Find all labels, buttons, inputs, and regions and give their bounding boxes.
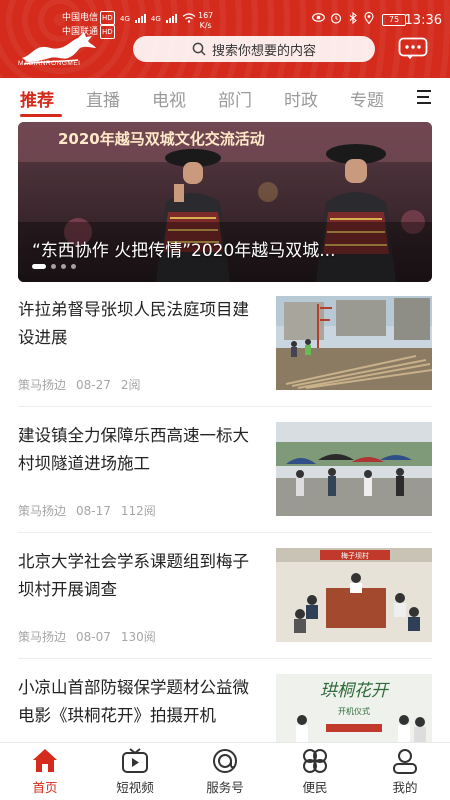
category-tabs: 推荐 直播 电视 部门 时政 专题: [0, 78, 450, 118]
status-time: 13:36: [404, 13, 442, 28]
hd-badge: HD: [100, 11, 115, 25]
service-icon: [213, 749, 237, 773]
battery-icon: 75: [382, 14, 406, 26]
nav-label: 便民: [302, 780, 328, 795]
tab-politics[interactable]: 时政: [284, 86, 330, 111]
news-source: 策马扬边: [18, 504, 67, 518]
news-thumbnail: [276, 296, 432, 390]
news-title: 小凉山首部防辍保学题材公益微电影《珙桐花开》拍摄开机: [18, 678, 249, 725]
carousel-dot-active: [32, 264, 46, 269]
thumb-ceremony-text: 开机仪式: [338, 706, 370, 716]
thumb-calligraphy-text: 珙桐花开: [320, 681, 390, 701]
news-source: 策马扬边: [18, 630, 67, 644]
news-reads: 112阅: [120, 504, 156, 518]
logo-text: MABIANRONGMEI: [18, 60, 81, 67]
tab-topics[interactable]: 专题: [350, 86, 396, 111]
nav-convenience[interactable]: 便民: [270, 743, 360, 800]
carousel-dot: [61, 264, 66, 269]
home-icon: [33, 749, 57, 772]
video-icon: [122, 748, 148, 773]
search-bar[interactable]: 搜索你想要的内容: [133, 36, 375, 62]
carousel-indicator: [32, 264, 76, 269]
network-type-2: 4G: [150, 15, 161, 23]
signal-icon: 4G 4G: [120, 13, 196, 23]
nav-label: 我的: [392, 780, 418, 795]
thumb-poster-text: 梅子坝村: [341, 551, 369, 560]
message-icon[interactable]: [398, 37, 428, 59]
news-title: 许拉弟督导张坝人民法庭项目建设进展: [18, 300, 249, 347]
tab-live[interactable]: 直播: [86, 86, 132, 111]
news-meta: 策马扬边 08-17 112阅: [18, 502, 156, 519]
location-icon: [364, 12, 374, 24]
battery-level: 75: [388, 15, 400, 24]
hd-badge: HD: [100, 25, 115, 39]
news-thumbnail: 梅子坝村: [276, 548, 432, 642]
search-icon: [192, 42, 206, 56]
network-type-1: 4G: [120, 15, 130, 23]
divider: [18, 406, 432, 407]
news-date: 08-27: [76, 378, 111, 392]
news-reads: 130阅: [120, 630, 156, 644]
news-reads: 2阅: [120, 378, 141, 392]
news-item[interactable]: 许拉弟督导张坝人民法庭项目建设进展 策马扬边 08-27 2阅: [18, 296, 432, 392]
news-meta: 策马扬边 08-27 2阅: [18, 376, 141, 393]
eye-icon: [312, 13, 325, 22]
news-item[interactable]: 建设镇全力保障乐西高速一标大村坝隧道进场施工 策马扬边 08-17 112阅: [18, 422, 432, 518]
nav-label: 服务号: [206, 780, 244, 795]
nav-home[interactable]: 首页: [0, 743, 90, 800]
carousel-dot: [51, 264, 56, 269]
carrier-name-1: 中国电信: [62, 13, 99, 23]
app-header: 中国电信 HD 中国联通 HD 4G 4G 167 K/s 75 13:36 M…: [0, 0, 450, 78]
nav-label: 短视频: [116, 780, 154, 795]
news-meta: 策马扬边 08-07 130阅: [18, 628, 156, 645]
alarm-icon: [330, 13, 342, 24]
news-source: 策马扬边: [18, 378, 67, 392]
news-date: 08-17: [76, 504, 111, 518]
news-item[interactable]: 小凉山首部防辍保学题材公益微电影《珙桐花开》拍摄开机 珙桐花开 开机仪式: [18, 674, 432, 742]
convenience-icon: [303, 749, 327, 773]
tab-tv[interactable]: 电视: [152, 86, 198, 111]
news-date: 08-07: [76, 630, 111, 644]
news-title: 北京大学社会学系课题组到梅子坝村开展调查: [18, 552, 249, 599]
news-title: 建设镇全力保障乐西高速一标大村坝隧道进场施工: [18, 426, 249, 473]
divider: [18, 532, 432, 533]
news-thumbnail: [276, 422, 432, 516]
bluetooth-icon: [349, 12, 357, 24]
network-speed: 167 K/s: [198, 11, 213, 31]
backdrop-text: 2020年越马双城文化交流活动: [58, 130, 265, 148]
tab-departments[interactable]: 部门: [218, 86, 264, 111]
search-placeholder: 搜索你想要的内容: [211, 43, 316, 59]
nav-service[interactable]: 服务号: [180, 743, 270, 800]
nav-label: 首页: [32, 780, 58, 795]
banner-caption: “东西协作 火把传情”2020年越马双城...: [32, 241, 336, 261]
system-icons: [312, 12, 374, 24]
banner-carousel[interactable]: 2020年越马双城文化交流活动 “东西协作 火把传情”2020年越马双城...: [18, 122, 432, 282]
bottom-navigation: 首页 短视频 服务号 便民 我的: [0, 742, 450, 800]
nav-profile[interactable]: 我的: [360, 743, 450, 800]
profile-icon: [393, 749, 417, 774]
nav-short-video[interactable]: 短视频: [90, 743, 180, 800]
news-item[interactable]: 北京大学社会学系课题组到梅子坝村开展调查 策马扬边 08-07 130阅 梅子坝村: [18, 548, 432, 644]
news-thumbnail: 珙桐花开 开机仪式: [276, 674, 432, 742]
speed-value: 167: [198, 11, 214, 20]
menu-icon[interactable]: [416, 88, 434, 106]
tab-recommend[interactable]: 推荐: [20, 86, 66, 117]
wifi-icon: [182, 13, 196, 23]
divider: [18, 658, 432, 659]
speed-unit: K/s: [199, 21, 212, 30]
carousel-dot: [71, 264, 76, 269]
